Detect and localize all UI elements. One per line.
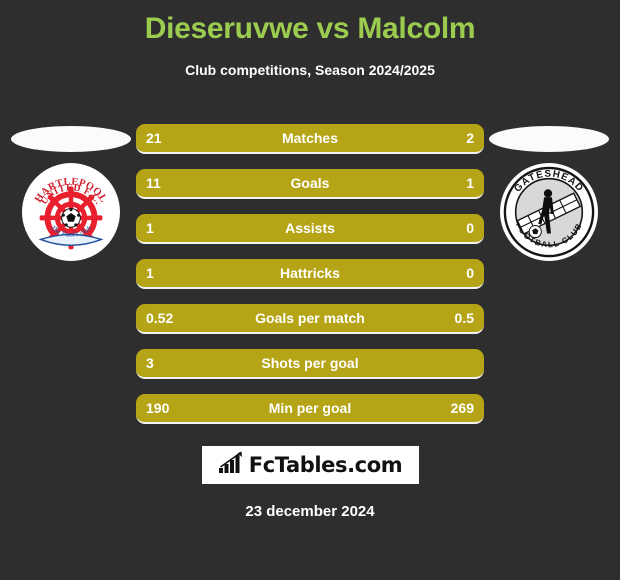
stat-label: Hattricks: [280, 265, 340, 281]
fctables-logo[interactable]: FcTables.com: [202, 446, 419, 484]
fctables-logo-text: FcTables.com: [248, 453, 403, 477]
away-club-crest-zone: GATESHEAD FOOTBALL CLUB: [484, 118, 614, 288]
stat-home-value: 190: [146, 400, 170, 416]
stat-away-value: 2: [466, 130, 474, 146]
stat-home-value: 21: [146, 130, 162, 146]
stat-label: Min per goal: [268, 400, 352, 416]
stat-row: 1 Assists 0: [136, 214, 484, 244]
away-crest-ellipse: [489, 126, 609, 152]
stat-row: 21 Matches 2: [136, 124, 484, 154]
stats-list: 21 Matches 2 11 Goals 1 1 Assists 0 1 Ha…: [136, 124, 484, 439]
stat-label: Matches: [281, 130, 339, 146]
stat-label: Shots per goal: [261, 355, 359, 371]
comparison-infographic: Dieseruvwe vs Malcolm Club competitions,…: [0, 0, 620, 580]
stat-away-value: 0.5: [454, 310, 474, 326]
bar-chart-growth-icon: [218, 451, 245, 480]
page-subtitle: Club competitions, Season 2024/2025: [185, 62, 435, 78]
stat-row: 11 Goals 1: [136, 169, 484, 199]
stat-row: 0.52 Goals per match 0.5: [136, 304, 484, 334]
stat-label: Goals: [290, 175, 330, 191]
away-club-crest: GATESHEAD FOOTBALL CLUB: [500, 163, 598, 261]
stat-away-value: 269: [450, 400, 474, 416]
stat-home-value: 1: [146, 265, 154, 281]
stat-home-value: 11: [146, 175, 161, 191]
stat-away-value: 0: [466, 265, 474, 281]
stat-away-value: 1: [466, 175, 474, 191]
stat-home-value: 1: [146, 220, 154, 236]
stat-label: Goals per match: [255, 310, 365, 326]
stat-row: 3 Shots per goal: [136, 349, 484, 379]
stat-home-value: 0.52: [146, 310, 174, 326]
stat-label: Assists: [285, 220, 335, 236]
home-club-crest: HARTLEPOOL UNITED F.C.: [22, 163, 120, 261]
home-club-crest-zone: HARTLEPOOL UNITED F.C.: [6, 118, 136, 288]
date-label: 23 december 2024: [245, 503, 375, 520]
stat-row: 190 Min per goal 269: [136, 394, 484, 424]
page-title: Dieseruvwe vs Malcolm: [144, 12, 476, 45]
stat-row: 1 Hattricks 0: [136, 259, 484, 289]
stat-home-value: 3: [146, 355, 154, 371]
home-crest-ellipse: [11, 126, 131, 152]
stat-away-value: 0: [466, 220, 474, 236]
